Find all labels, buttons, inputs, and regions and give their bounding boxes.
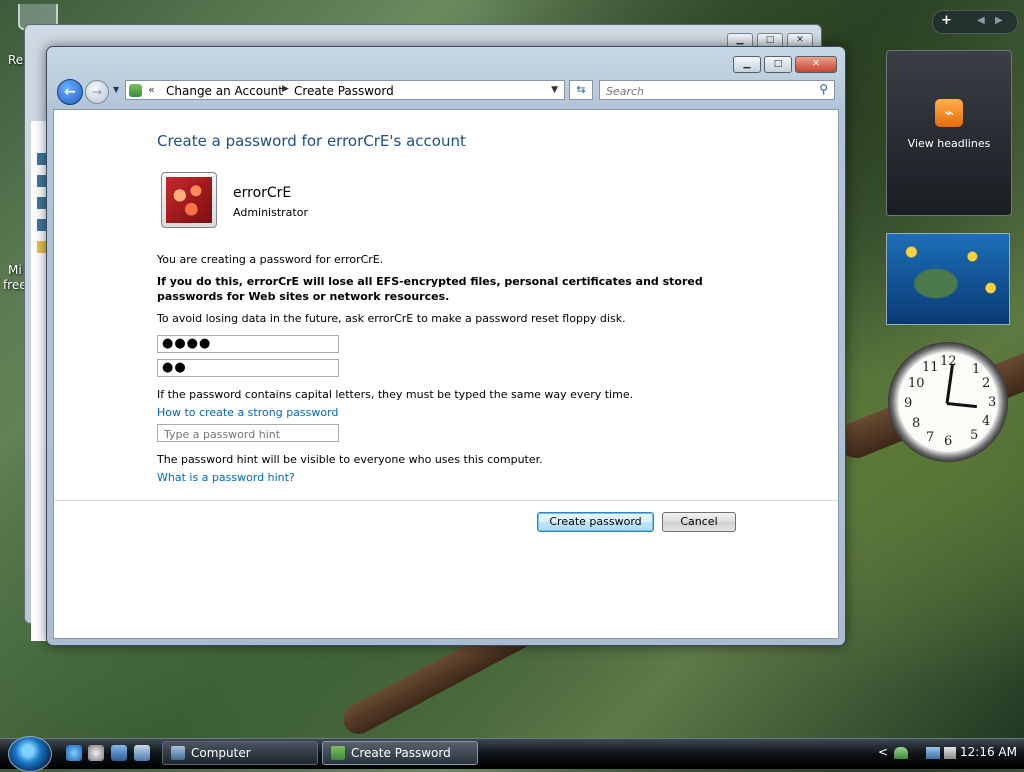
clock-numeral: 1 [972, 362, 981, 377]
clock-minute-hand [946, 402, 977, 409]
capital-letters-text: If the password contains capital letters… [157, 388, 634, 401]
breadcrumb-separator-icon[interactable]: ▶ [282, 84, 289, 94]
password-hint-link[interactable]: What is a password hint? [157, 471, 295, 484]
avatar [161, 172, 217, 228]
view-headlines-label[interactable]: View headlines [887, 137, 1011, 150]
taskbar [0, 738, 1024, 769]
user-name: errorCrE [233, 185, 292, 201]
volume-icon[interactable] [944, 747, 956, 759]
rss-icon: ⌁ [935, 99, 963, 127]
notification-area: < 12:16 AM [872, 741, 1024, 765]
intro-text: You are creating a password for errorCrE… [157, 253, 384, 266]
user-accounts-icon [129, 84, 142, 97]
breadcrumb-chevron[interactable]: « [148, 83, 155, 96]
forward-button[interactable]: → [85, 80, 109, 104]
clock-numeral: 8 [912, 416, 921, 431]
maximize-icon[interactable]: □ [764, 56, 792, 73]
clock-numeral: 4 [982, 414, 991, 429]
reset-disk-text: To avoid losing data in the future, ask … [157, 312, 626, 325]
clock-numeral: 10 [908, 376, 925, 391]
sidebar-controls[interactable]: + ◀ ▶ [932, 10, 1018, 34]
clock-numeral: 3 [988, 395, 997, 410]
confirm-password-field[interactable]: ●● [157, 359, 339, 377]
clock-time[interactable]: 12:16 AM [960, 745, 1017, 759]
content-pane: Create a password for errorCrE's account… [53, 109, 839, 639]
switch-windows-icon[interactable] [134, 745, 150, 761]
breadcrumb-change-account[interactable]: Change an Account [166, 84, 283, 98]
taskbar-item-create-password[interactable]: Create Password [322, 741, 478, 765]
computer-icon [171, 746, 185, 760]
clock-numeral: 5 [970, 428, 979, 443]
clock-numeral: 9 [904, 396, 913, 411]
back-button[interactable]: ← [57, 79, 83, 105]
show-desktop-icon[interactable] [111, 745, 127, 761]
search-icon[interactable]: ⚲ [819, 82, 828, 96]
internet-explorer-icon[interactable] [66, 745, 82, 761]
cancel-button[interactable]: Cancel [662, 512, 736, 532]
create-password-button[interactable]: Create password [537, 512, 654, 532]
previous-gadgets-icon[interactable]: ◀ [977, 15, 985, 26]
search-box[interactable]: ⚲ [599, 80, 835, 100]
taskbar-item-label: Create Password [351, 746, 451, 760]
clock-numeral: 12 [940, 354, 957, 369]
user-picture-icon [166, 177, 212, 223]
taskbar-item-label: Computer [191, 746, 251, 760]
start-button[interactable] [8, 736, 52, 772]
feed-headlines-gadget[interactable]: ⌁ View headlines [886, 50, 1012, 216]
create-password-window[interactable]: ▁ □ ✕ ← → ▼ « Change an Account ▶ Create… [46, 46, 846, 646]
clock-numeral: 6 [944, 434, 953, 449]
media-player-icon[interactable] [88, 745, 104, 761]
show-hidden-icons-button[interactable]: < [878, 745, 888, 759]
address-bar[interactable]: « Change an Account ▶ Create Password ▼ [125, 80, 565, 100]
refresh-button[interactable]: ⇆ [569, 80, 593, 100]
add-gadget-icon[interactable]: + [941, 13, 952, 28]
page-title: Create a password for errorCrE's account [157, 132, 466, 150]
clock-numeral: 7 [926, 430, 935, 445]
warning-text: If you do this, errorCrE will lose all E… [157, 275, 703, 303]
recent-pages-dropdown-icon[interactable]: ▼ [113, 85, 119, 94]
taskbar-item-computer[interactable]: Computer [162, 741, 318, 765]
divider [54, 500, 838, 501]
desktop-label-recycle: Re [8, 53, 24, 67]
user-role: Administrator [233, 206, 308, 219]
network-people-icon[interactable] [894, 747, 908, 759]
clock-numeral: 11 [922, 360, 939, 375]
password-hint-input[interactable] [162, 426, 336, 442]
clock-numeral: 2 [982, 376, 991, 391]
next-gadgets-icon[interactable]: ▶ [995, 15, 1003, 26]
breadcrumb-create-password[interactable]: Create Password [294, 84, 394, 98]
strong-password-link[interactable]: How to create a strong password [157, 406, 338, 419]
hint-visible-text: The password hint will be visible to eve… [157, 453, 543, 466]
user-accounts-icon [331, 746, 345, 760]
new-password-field[interactable]: ●●●● [157, 335, 339, 353]
clock-gadget[interactable]: 12 1 2 3 4 5 6 7 8 9 10 11 [888, 342, 1008, 462]
password-hint-box[interactable] [157, 424, 339, 442]
slideshow-gadget[interactable] [886, 233, 1010, 325]
clock-hour-hand [945, 363, 955, 404]
search-input[interactable] [604, 82, 808, 100]
network-icon[interactable] [926, 747, 940, 759]
desktop-label-mi: Mi [8, 263, 22, 277]
close-icon[interactable]: ✕ [795, 56, 837, 73]
address-dropdown-icon[interactable]: ▼ [551, 85, 558, 95]
minimize-icon[interactable]: ▁ [733, 56, 761, 73]
